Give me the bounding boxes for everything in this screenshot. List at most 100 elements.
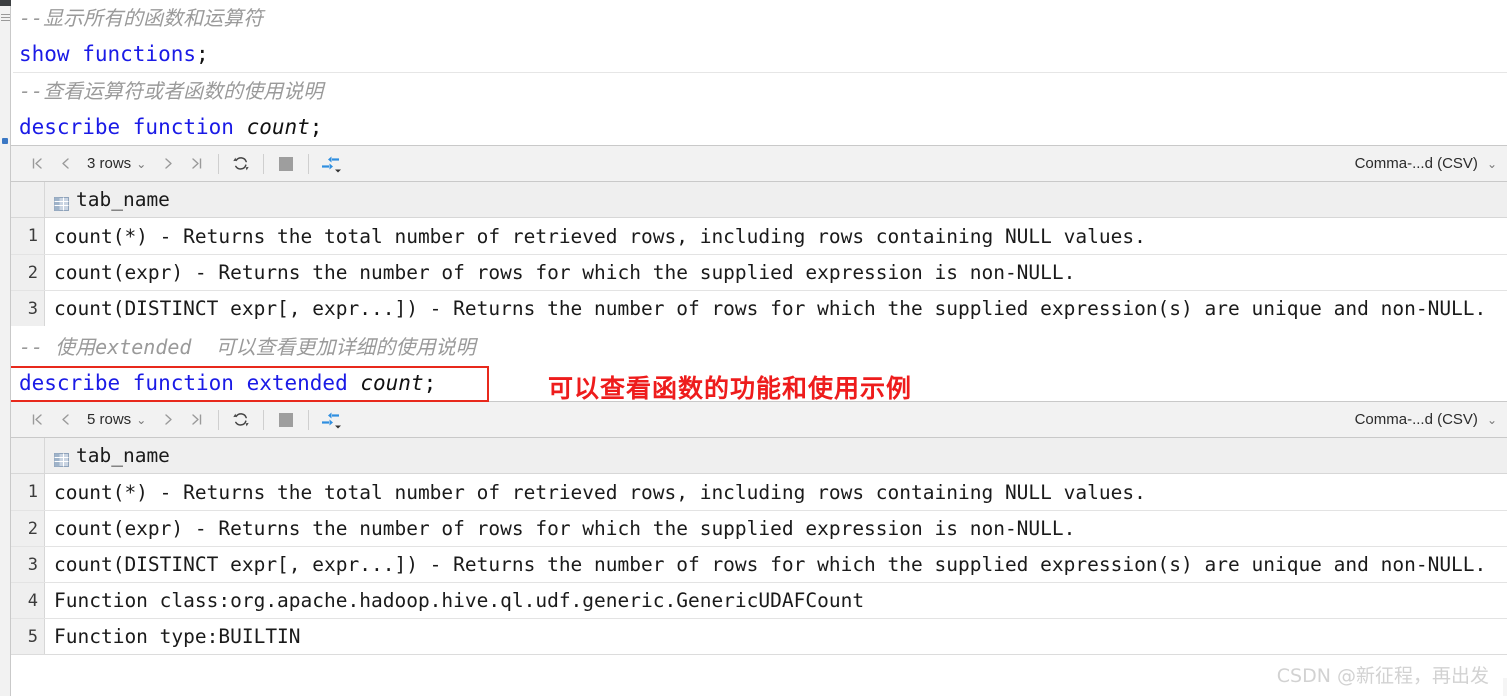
row-number-header <box>11 438 45 473</box>
first-page-glyph <box>32 414 42 425</box>
gutter-marks-icon <box>1 14 10 26</box>
chevron-right-glyph <box>165 158 172 169</box>
toolbar-divider <box>218 153 220 174</box>
last-page-icon[interactable] <box>182 407 210 433</box>
row-number: 2 <box>11 511 45 546</box>
toolbar-divider <box>308 409 310 430</box>
row-number: 2 <box>11 255 45 290</box>
column-header-label: tab_name <box>76 444 170 467</box>
column-header-label: tab_name <box>76 188 170 211</box>
cell-tab-name[interactable]: count(DISTINCT expr[, expr...]) - Return… <box>45 291 1507 326</box>
stop-button[interactable] <box>272 407 300 433</box>
cell-tab-name[interactable]: count(*) - Returns the total number of r… <box>45 474 1507 510</box>
sql-comment-line-2: --查看运算符或者函数的使用说明 <box>19 79 324 103</box>
sql-editor-top[interactable]: --显示所有的函数和运算符 show functions; --查看运算符或者函… <box>11 0 1507 145</box>
table-column-icon <box>54 193 69 211</box>
first-page-icon[interactable] <box>23 151 51 177</box>
editor-left-rail <box>0 0 11 696</box>
cell-tab-name[interactable]: Function type:BUILTIN <box>45 619 1507 654</box>
row-count-dropdown-2[interactable]: 5 rows ⌄ <box>81 411 152 428</box>
red-annotation-text: 可以查看函数的功能和使用示例 <box>548 374 913 403</box>
row-number: 3 <box>11 547 45 582</box>
next-page-icon[interactable] <box>154 407 182 433</box>
chevron-down-icon: ⌄ <box>1486 156 1497 171</box>
sql-punctuation: ; <box>423 371 437 395</box>
chevron-right-glyph <box>165 414 172 425</box>
stop-icon <box>279 412 294 427</box>
sql-keyword: describe function <box>19 115 247 139</box>
chevron-down-icon: ⌄ <box>136 156 147 171</box>
export-format-label: Comma-...d (CSV) <box>1354 155 1478 172</box>
row-number: 5 <box>11 619 45 654</box>
cell-tab-name[interactable]: count(expr) - Returns the number of rows… <box>45 511 1507 546</box>
cell-tab-name[interactable]: count(*) - Returns the total number of r… <box>45 218 1507 254</box>
refresh-icon[interactable] <box>227 407 255 433</box>
last-page-icon[interactable] <box>182 151 210 177</box>
export-format-dropdown-2[interactable]: Comma-...d (CSV) ⌄ <box>1355 411 1501 428</box>
sql-statement-line-2[interactable]: describe function count; <box>11 109 1507 145</box>
cell-tab-name[interactable]: count(DISTINCT expr[, expr...]) - Return… <box>45 547 1507 582</box>
chevron-left-glyph <box>61 158 69 169</box>
row-count-dropdown-1[interactable]: 3 rows ⌄ <box>81 155 152 172</box>
result-toolbar-1[interactable]: 3 rows ⌄ Comma-...d (CSV) ⌄ <box>11 145 1507 182</box>
result-panel-2: 5 rows ⌄ Comma-...d (CSV) ⌄ tab_name 1 c… <box>11 401 1507 678</box>
sql-editor-bottom[interactable]: -- 使用extended 可以查看更加详细的使用说明 describe fun… <box>2 326 1507 403</box>
chevron-down-icon: ⌄ <box>136 412 147 427</box>
sql-comment-line-1: --显示所有的函数和运算符 <box>19 6 264 30</box>
cell-tab-name[interactable]: Function class:org.apache.hadoop.hive.ql… <box>45 583 1507 618</box>
transpose-icon <box>322 156 342 172</box>
sql-statement-line-1[interactable]: show functions; <box>11 36 1507 72</box>
column-header-cell[interactable]: tab_name <box>45 438 1507 473</box>
transpose-button[interactable] <box>317 407 345 433</box>
toolbar-divider <box>218 409 220 430</box>
sql-keyword: show functions <box>19 42 197 66</box>
first-page-glyph <box>32 158 42 169</box>
table-row[interactable]: 1 count(*) - Returns the total number of… <box>11 474 1507 510</box>
stop-button[interactable] <box>272 151 300 177</box>
table-row[interactable]: 4 Function class:org.apache.hadoop.hive.… <box>11 582 1507 618</box>
row-count-label: 5 rows <box>87 411 132 428</box>
export-format-label: Comma-...d (CSV) <box>1354 411 1478 428</box>
table-row[interactable]: 5 Function type:BUILTIN <box>11 618 1507 654</box>
transpose-button[interactable] <box>317 151 345 177</box>
result-panel-1: 3 rows ⌄ Comma-...d (CSV) ⌄ tab_name 1 c… <box>11 145 1507 326</box>
stop-icon <box>279 156 294 171</box>
column-header-cell[interactable]: tab_name <box>45 182 1507 217</box>
row-number: 1 <box>11 474 45 510</box>
export-format-dropdown-1[interactable]: Comma-...d (CSV) ⌄ <box>1355 155 1501 172</box>
last-page-glyph <box>192 414 201 425</box>
annotated-statement-wrapper: describe function extended count; 可以查看函数… <box>2 365 1507 403</box>
next-page-icon[interactable] <box>154 151 182 177</box>
table-row[interactable]: 3 count(DISTINCT expr[, expr...]) - Retu… <box>11 290 1507 326</box>
table-row[interactable]: 3 count(DISTINCT expr[, expr...]) - Retu… <box>11 546 1507 582</box>
cell-tab-name[interactable]: count(expr) - Returns the number of rows… <box>45 255 1507 290</box>
prev-page-icon[interactable] <box>51 407 79 433</box>
gutter-marker-dot <box>2 138 8 144</box>
sql-identifier: count <box>360 371 424 395</box>
row-number: 3 <box>11 291 45 326</box>
sql-identifier: count <box>246 115 310 139</box>
refresh-icon[interactable] <box>227 151 255 177</box>
toolbar-divider <box>263 153 265 174</box>
row-number: 4 <box>11 583 45 618</box>
result-grid-2[interactable]: tab_name 1 count(*) - Returns the total … <box>11 438 1507 654</box>
transpose-icon <box>322 412 342 428</box>
table-row[interactable]: 2 count(expr) - Returns the number of ro… <box>11 254 1507 290</box>
row-number-header <box>11 182 45 217</box>
sql-keyword: describe function extended <box>19 371 361 395</box>
window-edge-bar <box>0 0 11 6</box>
toolbar-divider <box>308 153 310 174</box>
result-toolbar-2[interactable]: 5 rows ⌄ Comma-...d (CSV) ⌄ <box>11 401 1507 438</box>
first-page-icon[interactable] <box>23 407 51 433</box>
last-page-glyph <box>192 158 201 169</box>
prev-page-icon[interactable] <box>51 151 79 177</box>
result-grid-1[interactable]: tab_name 1 count(*) - Returns the total … <box>11 182 1507 326</box>
table-row[interactable]: 2 count(expr) - Returns the number of ro… <box>11 510 1507 546</box>
refresh-glyph <box>233 412 249 426</box>
row-number: 1 <box>11 218 45 254</box>
table-column-icon <box>54 449 69 467</box>
table-row[interactable]: 1 count(*) - Returns the total number of… <box>11 218 1507 254</box>
grid-header-row-1: tab_name <box>11 182 1507 218</box>
chevron-down-icon: ⌄ <box>1486 412 1497 427</box>
watermark: CSDN @新征程，再出发 <box>1276 665 1489 687</box>
